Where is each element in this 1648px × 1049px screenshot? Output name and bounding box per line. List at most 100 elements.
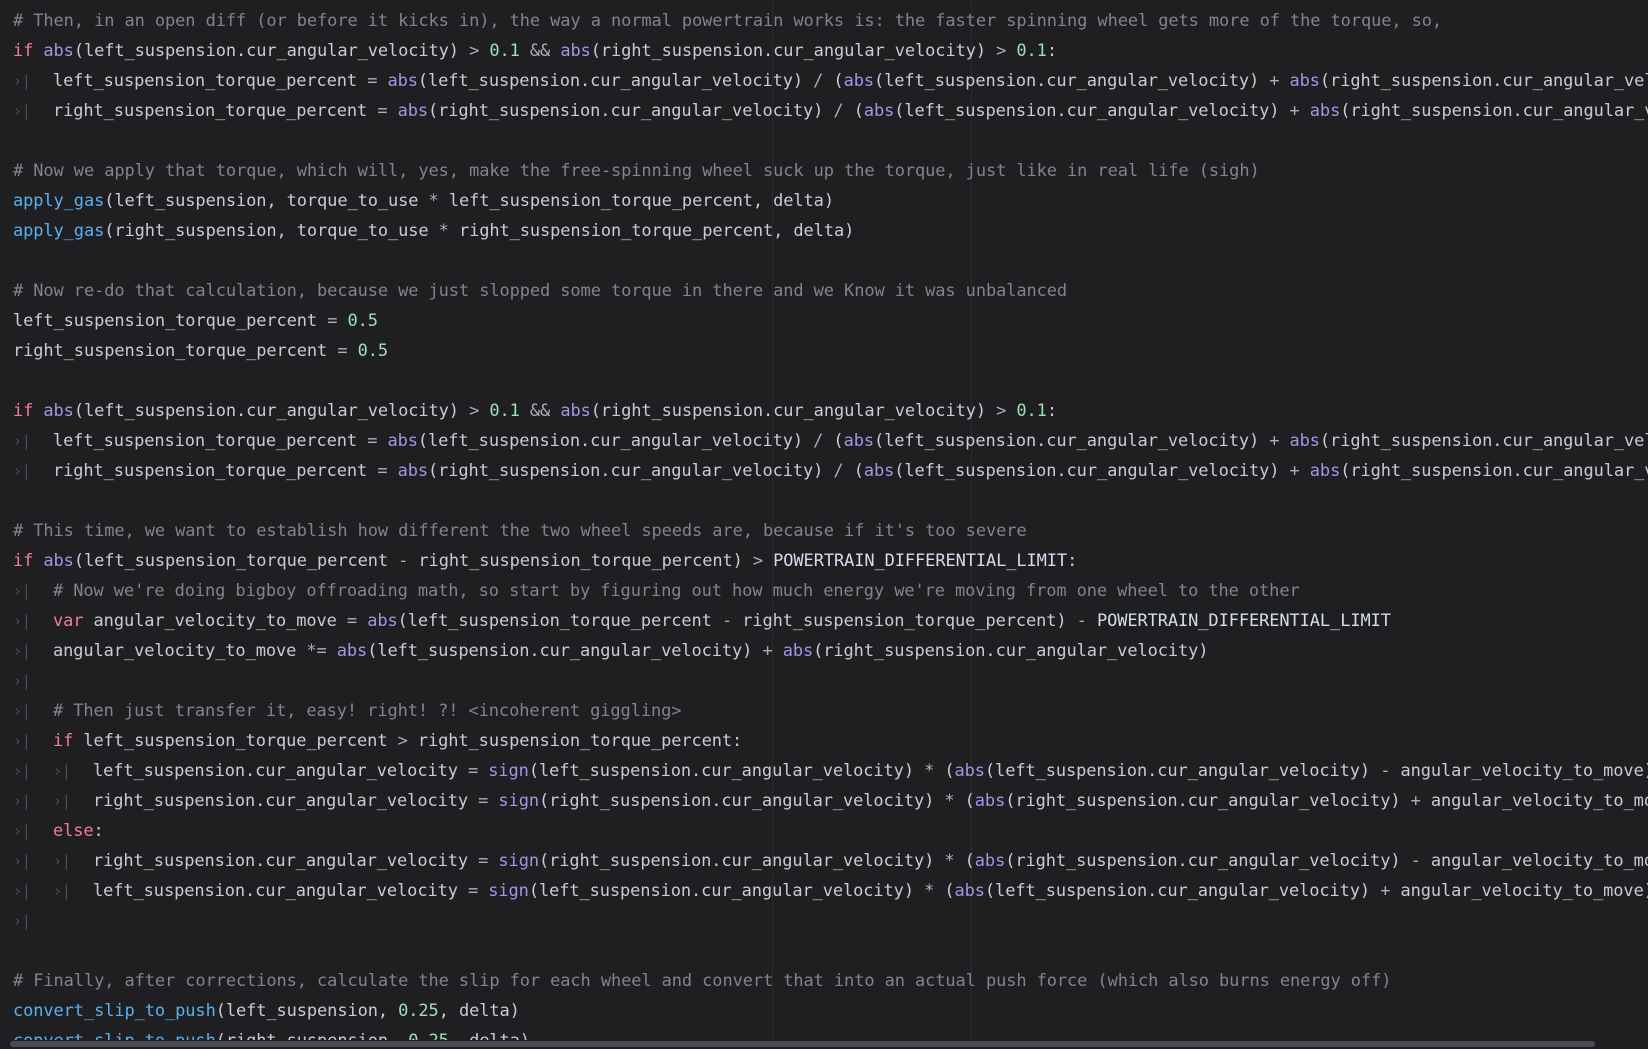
code-token: =: [468, 761, 489, 781]
code-token: abs: [863, 101, 895, 121]
code-line[interactable]: ›| # Now we're doing bigboy offroading ma…: [13, 576, 1648, 606]
tab-indent-icon: ›|: [53, 852, 71, 870]
code-token: *: [438, 221, 459, 241]
code-token: left_suspension.cur_angular_velocity: [93, 881, 468, 901]
code-token: abs: [954, 881, 986, 901]
code-line[interactable]: # This time, we want to establish how di…: [13, 516, 1648, 546]
code-line[interactable]: ›|: [13, 906, 1648, 936]
code-token: angular_velocity_to_move): [1400, 881, 1648, 901]
code-token: abs: [1309, 101, 1341, 121]
code-line[interactable]: ›|: [13, 666, 1648, 696]
code-token: 0.5: [347, 311, 378, 331]
tab-indent-icon: ›|: [13, 102, 31, 120]
scrollbar-thumb[interactable]: [10, 1041, 1595, 1047]
code-line[interactable]: left_suspension_torque_percent = 0.5: [13, 306, 1648, 336]
code-line[interactable]: ›| left_suspension_torque_percent = abs(l…: [13, 426, 1648, 456]
code-line[interactable]: apply_gas(right_suspension, torque_to_us…: [13, 216, 1648, 246]
tab-indent-icon: ›|: [13, 882, 31, 900]
code-line[interactable]: ›| else:: [13, 816, 1648, 846]
code-token: sign: [498, 791, 539, 811]
code-token: :: [1046, 41, 1057, 61]
code-token: abs: [397, 101, 429, 121]
code-line[interactable]: ›| angular_velocity_to_move *= abs(left_s…: [13, 636, 1648, 666]
code-line[interactable]: [13, 246, 1648, 276]
code-line[interactable]: if abs(left_suspension.cur_angular_veloc…: [13, 396, 1648, 426]
code-token: abs: [367, 611, 398, 631]
code-token: (left_suspension.cur_angular_velocity): [873, 71, 1270, 91]
code-line[interactable]: [13, 486, 1648, 516]
code-line[interactable]: ›| ›| left_suspension.cur_angular_velocity…: [13, 756, 1648, 786]
code-line[interactable]: apply_gas(left_suspension, torque_to_use…: [13, 186, 1648, 216]
code-line[interactable]: [13, 126, 1648, 156]
code-token: abs: [336, 641, 368, 661]
tab-indent-icon: ›|: [13, 732, 31, 750]
code-token: 0.1: [489, 41, 520, 61]
code-token: +: [1380, 881, 1401, 901]
tab-indent-icon: ›|: [13, 432, 31, 450]
code-token: angular_velocity_to_move: [1430, 791, 1648, 811]
code-token: abs: [397, 461, 429, 481]
code-line[interactable]: if abs(left_suspension.cur_angular_veloc…: [13, 36, 1648, 66]
code-token: +: [1269, 71, 1290, 91]
code-editor[interactable]: # Then, in an open diff (or before it ki…: [0, 0, 1648, 1049]
code-token: abs: [1289, 71, 1321, 91]
code-line[interactable]: # Finally, after corrections, calculate …: [13, 966, 1648, 996]
code-token: =: [327, 311, 348, 331]
code-token: >: [469, 41, 490, 61]
code-token: =: [478, 791, 499, 811]
code-token: right_suspension_torque_percent:: [417, 731, 743, 751]
code-line[interactable]: ›| if left_suspension_torque_percent > ri…: [13, 726, 1648, 756]
code-line[interactable]: [13, 936, 1648, 966]
code-token: =: [367, 71, 388, 91]
code-line[interactable]: # Now we apply that torque, which will, …: [13, 156, 1648, 186]
code-token: left_suspension_torque_percent: [53, 431, 368, 451]
code-token: (right_suspension.cur_angular_velocity): [813, 641, 1209, 661]
code-line[interactable]: ›| left_suspension_torque_percent = abs(l…: [13, 66, 1648, 96]
code-token: -: [1076, 611, 1097, 631]
code-token: var: [53, 611, 94, 631]
code-token: , delta): [438, 1001, 520, 1021]
code-token: &&: [519, 41, 561, 61]
code-line[interactable]: [13, 366, 1648, 396]
code-line[interactable]: ›| ›| right_suspension.cur_angular_velocit…: [13, 786, 1648, 816]
code-token: (left_suspension.cur_angular_velocity): [73, 401, 470, 421]
code-line[interactable]: # Then, in an open diff (or before it ki…: [13, 6, 1648, 36]
code-token: /: [813, 71, 834, 91]
code-token: (left_suspension.cur_angular_velocity): [984, 761, 1381, 781]
code-token: abs: [782, 641, 814, 661]
code-line[interactable]: convert_slip_to_push(left_suspension, 0.…: [13, 996, 1648, 1026]
code-token: *=: [306, 641, 337, 661]
code-line[interactable]: right_suspension_torque_percent = 0.5: [13, 336, 1648, 366]
code-token: &&: [519, 401, 561, 421]
code-token: (right_suspension, torque_to_use: [104, 221, 439, 241]
code-line[interactable]: ›| right_suspension_torque_percent = abs(…: [13, 456, 1648, 486]
code-token: (right_suspension.cur_angular_vel: [1340, 461, 1648, 481]
code-token: (left_suspension.cur_angular_velocity): [417, 71, 814, 91]
tab-indent-icon: ›|: [13, 792, 31, 810]
code-token: # Then just transfer it, easy! right! ?!…: [53, 701, 682, 721]
tab-indent-icon: ›|: [13, 612, 31, 630]
code-token: right_suspension_torque_percent, delta): [458, 221, 855, 241]
horizontal-scrollbar[interactable]: [0, 1040, 1648, 1049]
code-line[interactable]: ›| ›| right_suspension.cur_angular_velocit…: [13, 846, 1648, 876]
code-line[interactable]: ›| # Then just transfer it, easy! right! …: [13, 696, 1648, 726]
code-token: -: [1410, 851, 1431, 871]
code-token: (left_suspension.cur_angular_velocity): [984, 881, 1381, 901]
code-line[interactable]: ›| var angular_velocity_to_move = abs(lef…: [13, 606, 1648, 636]
code-line[interactable]: ›| right_suspension_torque_percent = abs(…: [13, 96, 1648, 126]
tab-indent-icon: ›|: [13, 702, 31, 720]
code-token: abs: [843, 71, 875, 91]
code-token: 0.25: [398, 1001, 439, 1021]
code-token: abs: [954, 761, 986, 781]
code-line[interactable]: # Now re-do that calculation, because we…: [13, 276, 1648, 306]
code-token: right_suspension.cur_angular_velocity: [93, 791, 479, 811]
code-lines[interactable]: # Then, in an open diff (or before it ki…: [13, 6, 1648, 1049]
code-token: right_suspension_torque_percent: [53, 101, 378, 121]
code-line[interactable]: ›| ›| left_suspension.cur_angular_velocity…: [13, 876, 1648, 906]
code-line[interactable]: if abs(left_suspension_torque_percent - …: [13, 546, 1648, 576]
code-token: >: [752, 551, 774, 571]
code-token: *: [944, 791, 965, 811]
code-token: >: [397, 731, 418, 751]
tab-indent-icon: ›|: [53, 882, 71, 900]
code-token: abs: [43, 401, 74, 421]
